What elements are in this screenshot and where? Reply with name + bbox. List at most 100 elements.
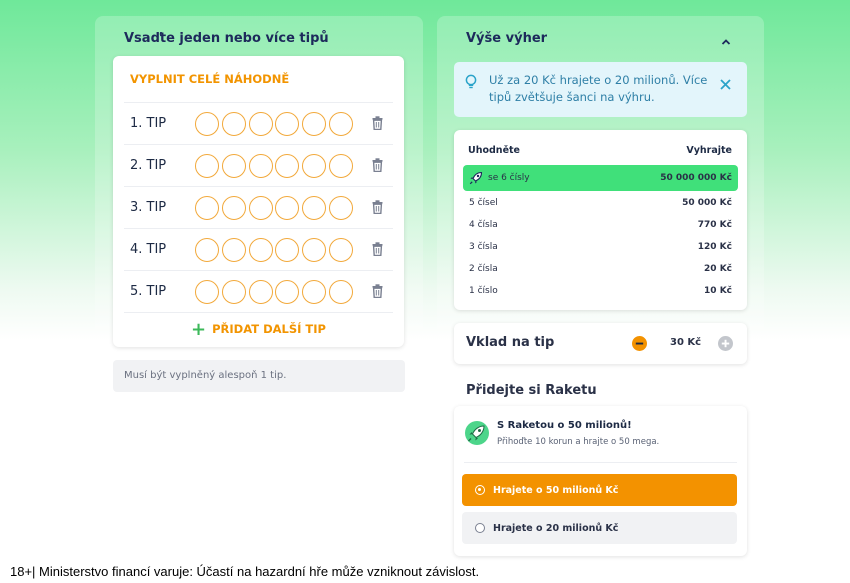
prize-row: 5 čísel 50 000 Kč	[463, 192, 738, 214]
add-tip-label: PŘIDAT DALŠÍ TIP	[212, 322, 326, 336]
number-circles[interactable]	[195, 238, 356, 262]
number-circle[interactable]	[275, 112, 300, 136]
prize-amount: 20 Kč	[704, 264, 732, 274]
option-label: Hrajete o 20 milionů Kč	[493, 522, 619, 534]
prizes-panel-title: Výše výher	[466, 31, 548, 46]
number-circle[interactable]	[328, 112, 353, 136]
trash-icon[interactable]	[372, 199, 383, 218]
number-circle[interactable]	[195, 238, 219, 262]
tip-label: 4. TIP	[130, 242, 167, 257]
close-icon[interactable]	[720, 75, 731, 94]
stake-label: Vklad na tip	[466, 335, 555, 350]
prize-label: 2 čísla	[469, 264, 498, 274]
rocket-badge-icon	[464, 420, 490, 450]
number-circle[interactable]	[302, 112, 327, 136]
trash-icon[interactable]	[372, 115, 383, 134]
number-circle[interactable]	[275, 238, 300, 262]
number-circle[interactable]	[302, 280, 327, 304]
number-circle[interactable]	[302, 154, 327, 178]
number-circles[interactable]	[195, 112, 356, 136]
stake-value: 30 Kč	[670, 337, 702, 348]
raketa-option-20m[interactable]: Hrajete o 20 milionů Kč	[462, 512, 737, 544]
tip-row: 5. TIP	[124, 270, 393, 312]
number-circle[interactable]	[248, 154, 273, 178]
validation-note: Musí být vyplněný alespoň 1 tip.	[113, 360, 405, 392]
number-circle[interactable]	[328, 238, 353, 262]
prize-row-jackpot: se 6 čísly 50 000 000 Kč	[463, 165, 738, 191]
chevron-up-icon[interactable]	[720, 33, 732, 52]
trash-icon[interactable]	[372, 157, 383, 176]
tip-label: 2. TIP	[130, 158, 167, 173]
prize-table-header: Uhodněte Vyhrajte	[468, 145, 732, 156]
info-box: Už za 20 Kč hrajete o 20 milionů. Více t…	[454, 62, 747, 117]
option-label: Hrajete o 50 milionů Kč	[493, 484, 619, 496]
tip-label: 3. TIP	[130, 200, 167, 215]
number-circle[interactable]	[275, 280, 300, 304]
tips-divider	[124, 312, 393, 313]
number-circle[interactable]	[328, 196, 353, 220]
prize-label: se 6 čísly	[488, 173, 530, 183]
col-guess-header: Uhodněte	[468, 145, 520, 156]
divider	[464, 462, 737, 463]
radio-icon[interactable]	[475, 523, 485, 533]
number-circle[interactable]	[221, 196, 246, 220]
number-circle[interactable]	[248, 238, 273, 262]
prize-row: 4 čísla 770 Kč	[463, 214, 738, 236]
number-circle[interactable]	[302, 238, 327, 262]
number-circle[interactable]	[195, 196, 219, 220]
number-circle[interactable]	[195, 112, 219, 136]
number-circle[interactable]	[275, 196, 300, 220]
tip-label: 5. TIP	[130, 284, 167, 299]
tip-row: 3. TIP	[124, 186, 393, 228]
raketa-section-title: Přidejte si Raketu	[466, 383, 597, 398]
number-circle[interactable]	[195, 280, 219, 304]
number-circle[interactable]	[302, 196, 327, 220]
raketa-card: S Raketou o 50 milionů! Přihoďte 10 koru…	[454, 406, 747, 556]
col-win-header: Vyhrajte	[686, 145, 732, 156]
number-circle[interactable]	[248, 280, 273, 304]
stake-card: Vklad na tip 30 Kč	[454, 323, 747, 364]
raketa-headline: S Raketou o 50 milionů!	[497, 420, 632, 431]
prize-label: 1 číslo	[469, 286, 498, 296]
plus-icon[interactable]	[718, 336, 733, 355]
tip-label: 1. TIP	[130, 116, 167, 131]
rocket-icon	[469, 171, 483, 185]
number-circle[interactable]	[328, 154, 353, 178]
number-circle[interactable]	[275, 154, 300, 178]
trash-icon[interactable]	[372, 241, 383, 260]
number-circles[interactable]	[195, 280, 356, 304]
trash-icon[interactable]	[372, 283, 383, 302]
prize-amount: 50 000 Kč	[682, 198, 732, 208]
tips-card: VYPLNIT CELÉ NÁHODNĚ 1. TIP 2. TIP 3. TI…	[113, 56, 404, 347]
number-circle[interactable]	[221, 238, 246, 262]
lightbulb-icon	[465, 74, 477, 94]
add-tip-button[interactable]: + PŘIDAT DALŠÍ TIP	[113, 319, 404, 340]
prize-amount: 770 Kč	[697, 220, 732, 230]
number-circle[interactable]	[221, 280, 246, 304]
number-circle[interactable]	[248, 112, 273, 136]
raketa-option-50m[interactable]: Hrajete o 50 milionů Kč	[462, 474, 737, 506]
number-circle[interactable]	[328, 280, 353, 304]
prize-label: 4 čísla	[469, 220, 498, 230]
prize-amount: 10 Kč	[704, 286, 732, 296]
random-fill-link[interactable]: VYPLNIT CELÉ NÁHODNĚ	[130, 72, 289, 86]
prize-label: 5 čísel	[469, 198, 498, 208]
prize-row: 1 číslo 10 Kč	[463, 280, 738, 302]
tip-row: 2. TIP	[124, 144, 393, 186]
info-text: Už za 20 Kč hrajete o 20 milionů. Více t…	[489, 73, 708, 104]
bet-panel-title: Vsaďte jeden nebo více tipů	[124, 31, 329, 46]
number-circles[interactable]	[195, 154, 356, 178]
minus-icon[interactable]	[632, 336, 647, 355]
number-circle[interactable]	[195, 154, 219, 178]
raketa-subtext: Přihoďte 10 korun a hrajte o 50 mega.	[497, 437, 660, 447]
prize-amount: 50 000 000 Kč	[660, 173, 732, 183]
prize-label: 3 čísla	[469, 242, 498, 252]
number-circle[interactable]	[248, 196, 273, 220]
gambling-warning: 18+| Ministerstvo financí varuje: Účastí…	[10, 564, 480, 579]
prize-row: 2 čísla 20 Kč	[463, 258, 738, 280]
radio-selected-icon[interactable]	[475, 485, 485, 495]
prize-row: 3 čísla 120 Kč	[463, 236, 738, 258]
number-circle[interactable]	[221, 154, 246, 178]
number-circles[interactable]	[195, 196, 356, 220]
number-circle[interactable]	[221, 112, 246, 136]
